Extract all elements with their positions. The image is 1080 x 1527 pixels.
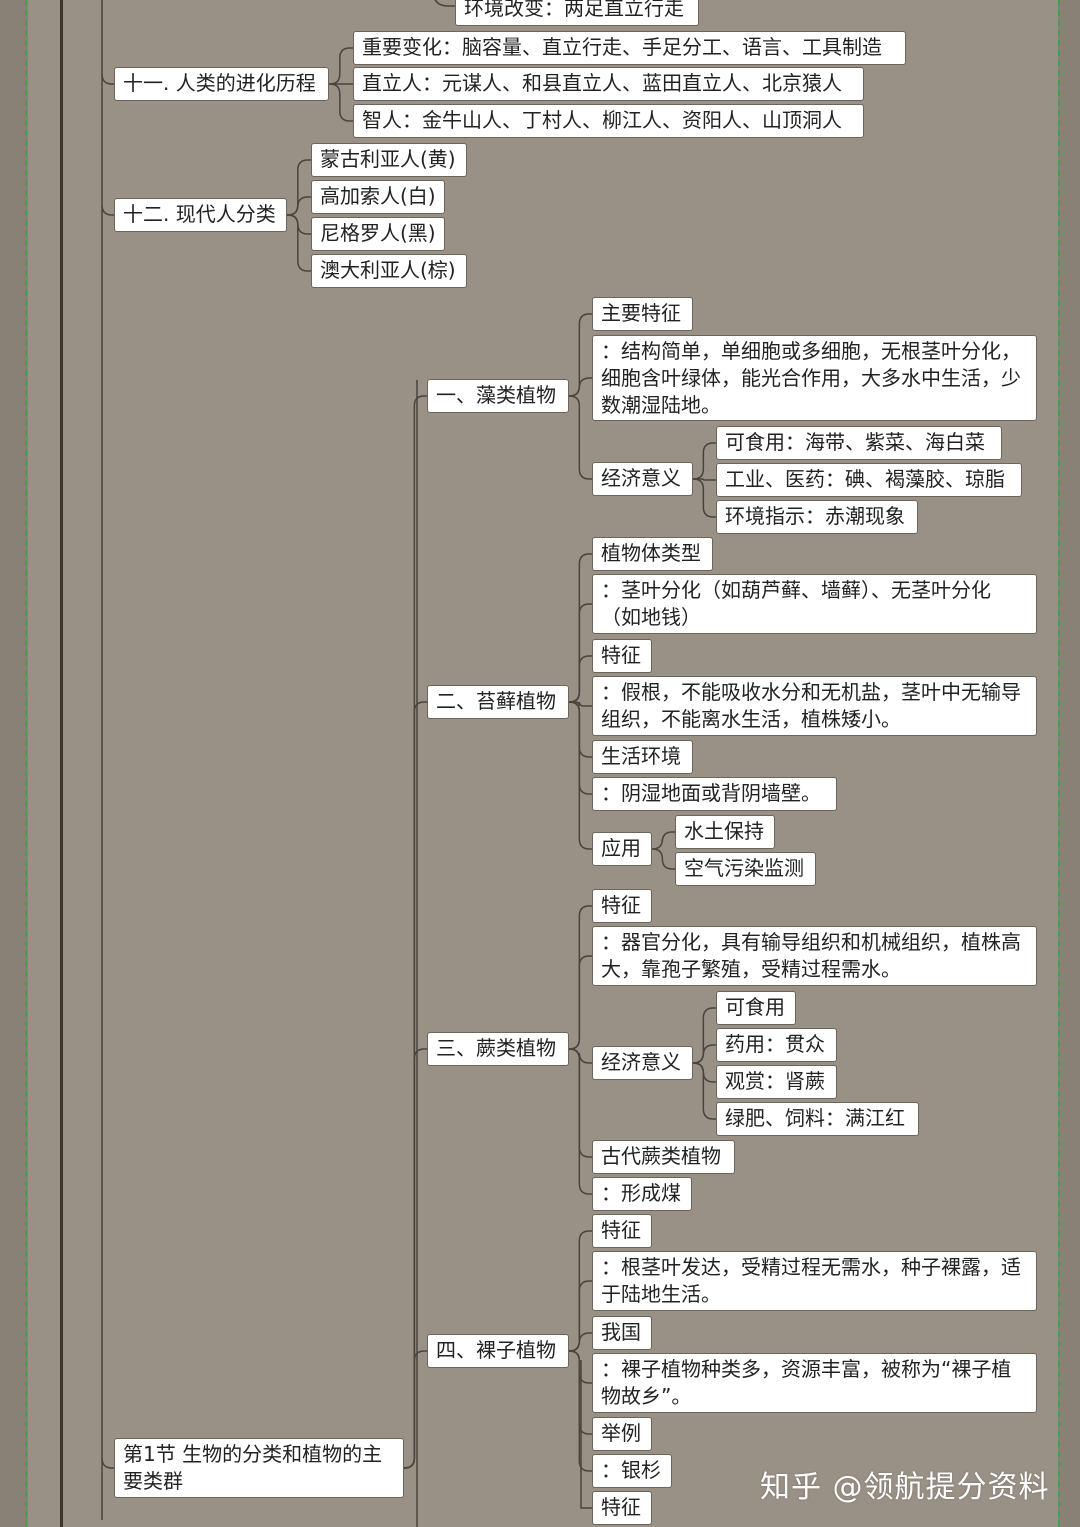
watermark: 知乎 @领航提分资料: [760, 1470, 1050, 1505]
mindmap-node-n11a[interactable]: 重要变化：脑容量、直立行走、手足分工、语言、工具制造: [353, 31, 906, 65]
connector-spine-n11: [101, 73, 114, 85]
mindmap-node-p2g1[interactable]: 水土保持: [675, 815, 775, 849]
mindmap-node-n12[interactable]: 十二. 现代人分类: [114, 198, 287, 232]
mindmap-node-n_top_hidden[interactable]: 环境改变：两足直立行走: [455, 0, 699, 26]
connector-p1-p1c: [569, 395, 592, 480]
connector-p2-p2c: [569, 655, 592, 703]
mindmap-node-p1c2[interactable]: 工业、医药：碘、褐藻胶、琼脂: [716, 463, 1022, 497]
connector-top-hidden: [434, 0, 455, 7]
mindmap-node-n11[interactable]: 十一. 人类的进化历程: [114, 67, 329, 101]
mindmap-node-p2[interactable]: 二、苔藓植物: [427, 685, 569, 719]
mindmap-node-p1c3[interactable]: 环境指示：赤潮现象: [716, 500, 918, 534]
mindmap-node-p4e[interactable]: 举例: [592, 1417, 652, 1451]
mindmap-node-p1c1[interactable]: 可食用：海带、紫菜、海白菜: [716, 426, 1002, 460]
connector-p2-p2f: [569, 701, 592, 795]
mindmap-node-p2g[interactable]: 应用: [592, 832, 652, 866]
mindmap-node-p2f[interactable]: ：阴湿地面或背阴墙壁。: [592, 777, 837, 811]
connector-p2-p2a: [569, 553, 592, 703]
mindmap-node-p3[interactable]: 三、蕨类植物: [427, 1032, 569, 1066]
connector-p1c-p1c3: [693, 478, 716, 518]
connector-p2-p2g: [569, 701, 592, 850]
mindmap-node-p4c[interactable]: 我国: [592, 1316, 652, 1350]
mindmap-node-n12a[interactable]: 蒙古利亚人(黄): [311, 143, 467, 177]
connector-p2-p2e: [569, 701, 592, 758]
mindmap-node-p1b[interactable]: ：结构简单，单细胞或多细胞，无根茎叶分化，细胞含叶绿体，能光合作用，大多水中生活…: [592, 335, 1037, 421]
connector-n12-n12a: [287, 159, 311, 216]
mindmap-node-p3a[interactable]: 特征: [592, 889, 652, 923]
mindmap-node-p1[interactable]: 一、藻类植物: [427, 379, 569, 413]
mindmap-node-p3c1[interactable]: 可食用: [716, 991, 796, 1025]
connector-n11-n11c: [329, 83, 353, 122]
connector-n12-n12c: [287, 214, 311, 235]
mindmap-node-p1c[interactable]: 经济意义: [592, 462, 693, 496]
mindmap-node-p2b[interactable]: ：茎叶分化（如葫芦藓、墙藓）、无茎叶分化（如地钱）: [592, 574, 1037, 634]
mindmap-node-n12c[interactable]: 尼格罗人(黑): [311, 217, 445, 251]
mindmap-node-p4d[interactable]: ：裸子植物种类多，资源丰富，被称为“裸子植物故乡”。: [592, 1353, 1037, 1413]
connector-p3-p3e: [569, 1048, 592, 1195]
connector-p2-p2b: [569, 603, 592, 703]
connector-sec1-p1: [404, 395, 427, 1469]
connector-p3-p3d: [569, 1048, 592, 1158]
connector-spine-n12: [101, 204, 114, 216]
mindmap-node-p2a[interactable]: 植物体类型: [592, 537, 713, 571]
connector-sec1-p3: [404, 1048, 427, 1469]
mindmap-node-sec1[interactable]: 第1节 生物的分类和植物的主要类群: [114, 1438, 404, 1498]
connector-sec1-p4: [404, 1350, 427, 1469]
mindmap-node-p2d[interactable]: ：假根，不能吸收水分和无机盐，茎叶中无输导组织，不能离水生活，植株矮小。: [592, 676, 1037, 736]
connector-sec1-p2: [404, 701, 427, 1469]
connector-n11-n11a: [329, 47, 353, 85]
mindmap-node-n11b[interactable]: 直立人：元谋人、和县直立人、蓝田直立人、北京猿人: [353, 67, 864, 101]
mindmap-node-n11c[interactable]: 智人：金牛山人、丁村人、柳江人、资阳人、山顶洞人: [353, 104, 864, 138]
connector-p3-p3c: [569, 1048, 592, 1064]
mindmap-node-p3c3[interactable]: 观赏：肾蕨: [716, 1065, 837, 1099]
connector-p2g-p2g2: [652, 848, 675, 870]
connector-p3-p3a: [569, 905, 592, 1050]
connector-n12-n12b: [287, 196, 311, 216]
connector-p3c-p3c1: [693, 1007, 716, 1064]
connector-p3-p3b: [569, 955, 592, 1050]
mindmap-node-p3b[interactable]: ：器官分化，具有输导组织和机械组织，植株高大，靠孢子繁殖，受精过程需水。: [592, 926, 1037, 986]
mindmap-node-p2g2[interactable]: 空气污染监测: [675, 852, 816, 886]
mindmap-node-p4f[interactable]: ：银杉: [592, 1454, 672, 1488]
mindmap-node-p3c4[interactable]: 绿肥、饲料：满江红: [716, 1102, 919, 1136]
mindmap-canvas: 环境改变：两足直立行走十一. 人类的进化历程 重要变化：脑容量、直立行走、手足分工…: [0, 0, 1080, 1527]
mindmap-node-p3d[interactable]: 古代蕨类植物: [592, 1140, 735, 1174]
mindmap-node-p4b[interactable]: ：根茎叶发达，受精过程无需水，种子裸露，适于陆地生活。: [592, 1251, 1037, 1311]
connector-p1-p1b: [569, 377, 592, 397]
mindmap-node-p2e[interactable]: 生活环境: [592, 740, 693, 774]
connector-spine-sec1: [101, 1457, 114, 1469]
mindmap-node-p4a[interactable]: 特征: [592, 1214, 652, 1248]
mindmap-node-p2c[interactable]: 特征: [592, 639, 652, 673]
connector-p4-p4b: [569, 1280, 592, 1352]
connector-p2g-p2g1: [652, 831, 675, 850]
mindmap-node-p4[interactable]: 四、裸子植物: [427, 1334, 569, 1368]
connector-p4-p4c: [569, 1332, 592, 1352]
connector-p1c-p1c1: [693, 442, 716, 480]
connector-p3c-p3c2: [693, 1044, 716, 1064]
connector-n12-n12d: [287, 214, 311, 272]
mindmap-node-p1a[interactable]: 主要特征: [592, 297, 693, 331]
mindmap-node-n12b[interactable]: 高加索人(白): [311, 180, 445, 214]
mindmap-node-p3e[interactable]: ：形成煤: [592, 1177, 692, 1211]
connector-p3c-p3c3: [693, 1062, 716, 1083]
mindmap-node-p3c[interactable]: 经济意义: [592, 1046, 693, 1080]
connector-p3c-p3c4: [693, 1062, 716, 1120]
mindmap-node-p3c2[interactable]: 药用：贯众: [716, 1028, 837, 1062]
mindmap-node-p5a[interactable]: 特征: [592, 1491, 652, 1525]
mindmap-node-n12d[interactable]: 澳大利亚人(棕): [311, 254, 467, 288]
